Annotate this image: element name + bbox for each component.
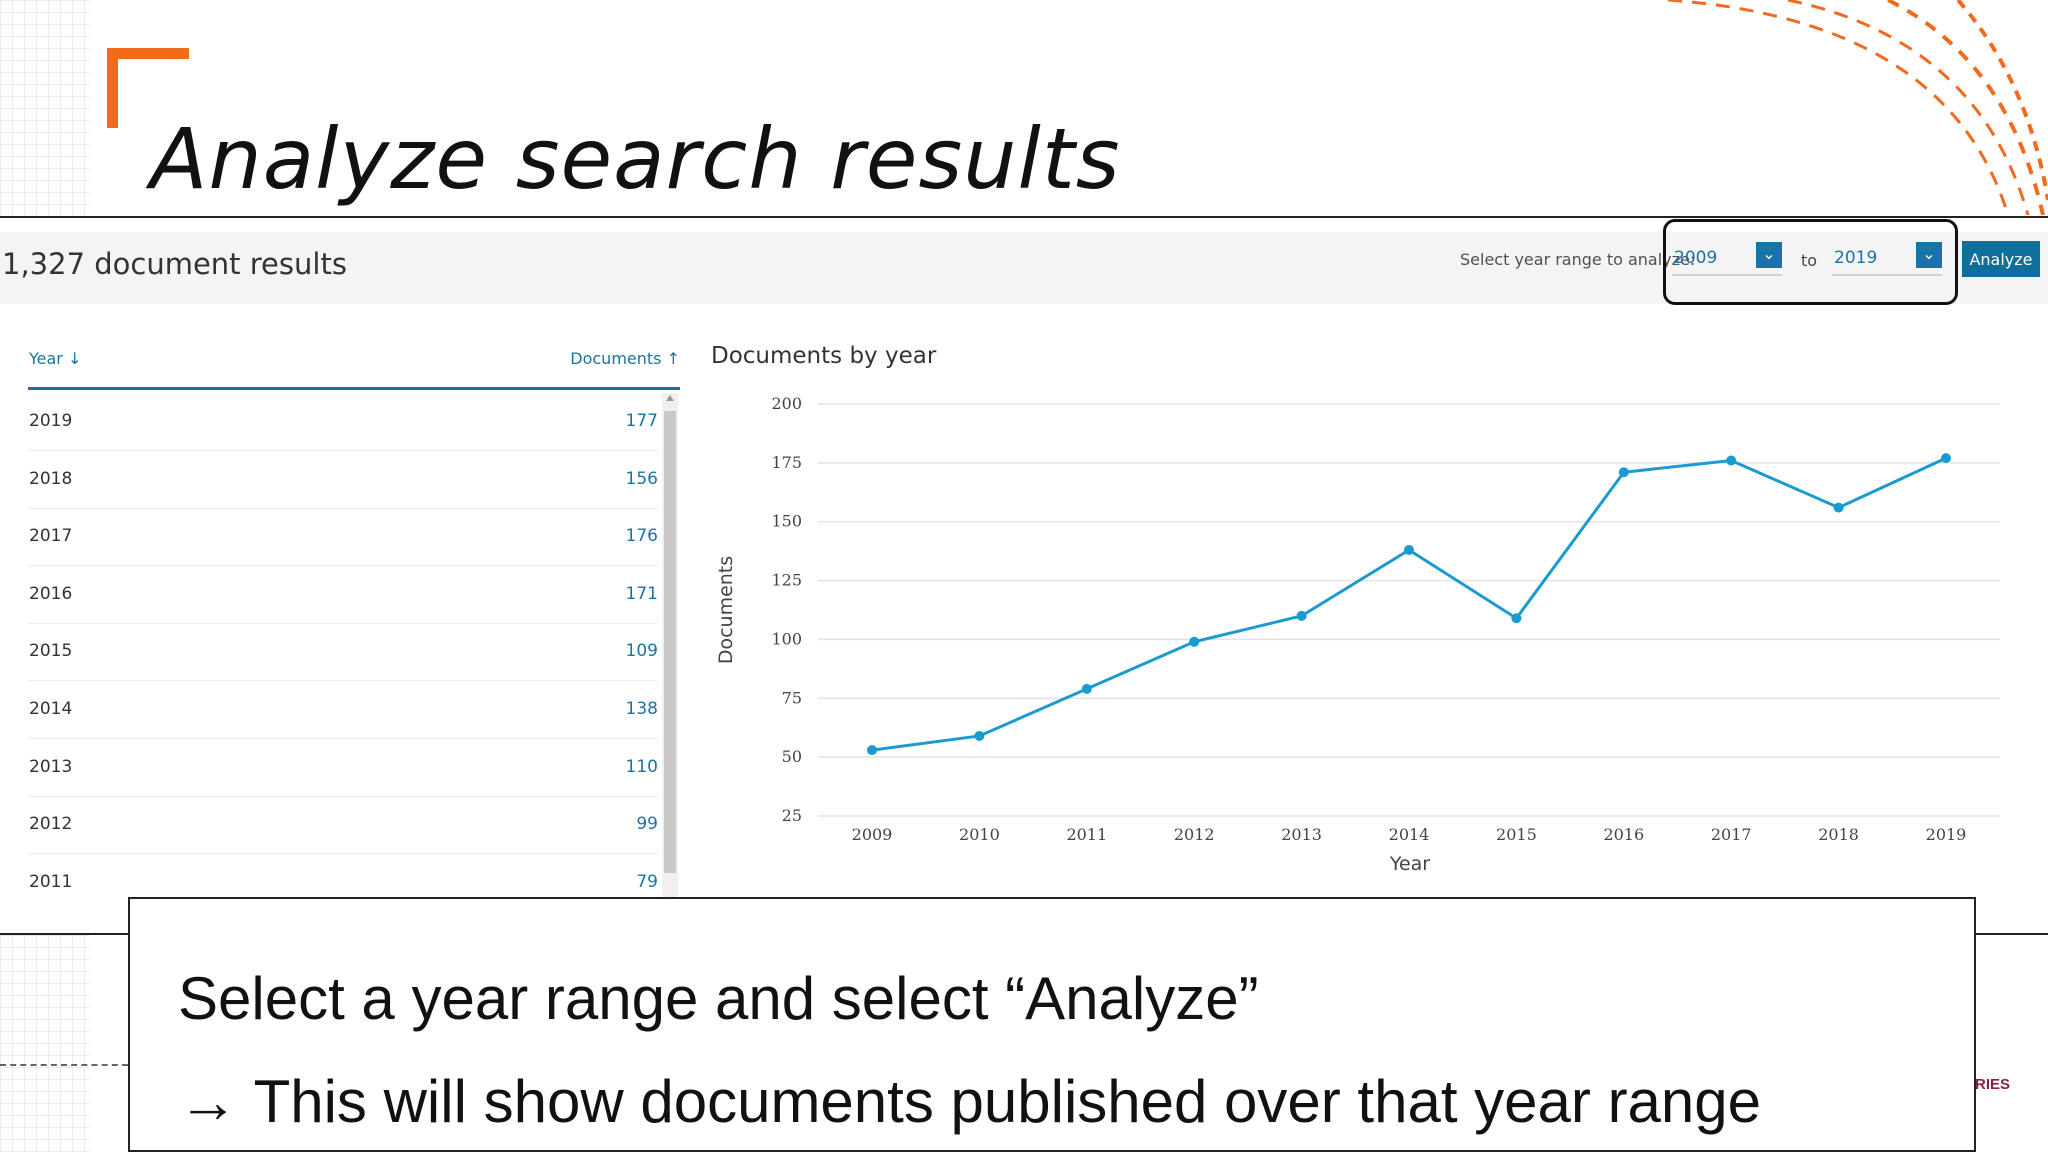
table-row: 2018 156: [28, 451, 658, 509]
series-line: [871, 456, 1947, 752]
data-point: [1081, 683, 1092, 694]
data-point: [974, 730, 985, 741]
caption-box: Select a year range and select “Analyze”…: [128, 897, 1976, 1152]
x-tick-label: 2019: [1926, 825, 1967, 844]
table-row: 2011 79: [28, 854, 658, 898]
data-point: [1511, 613, 1522, 624]
row-document-count[interactable]: 99: [636, 814, 658, 834]
data-point: [867, 745, 877, 756]
row-document-count[interactable]: 156: [626, 469, 658, 489]
dashed-decoration: [0, 1064, 128, 1066]
x-tick-label: 2010: [959, 825, 1000, 844]
x-axis-label: Year: [1389, 853, 1430, 875]
documents-column-label: Documents: [570, 349, 662, 368]
year-column-header[interactable]: Year ↓: [29, 349, 81, 368]
results-count: 1,327 document results: [2, 247, 347, 281]
x-tick-label: 2014: [1389, 825, 1430, 844]
y-tick-label: 25: [782, 806, 802, 825]
slide-title: Analyze search results: [150, 110, 1121, 208]
table-header: Year ↓ Documents ↑: [28, 338, 680, 390]
analyze-button[interactable]: Analyze: [1962, 241, 2040, 277]
x-tick-label: 2011: [1066, 825, 1107, 844]
row-year: 2015: [29, 641, 73, 662]
table-row: 2019 177: [28, 393, 658, 451]
y-tick-label: 200: [771, 394, 802, 413]
data-point: [1726, 455, 1737, 466]
background-grid-decoration: [0, 935, 90, 1152]
table-row: 2014 138: [28, 681, 658, 739]
scroll-thumb[interactable]: [664, 411, 676, 873]
row-document-count[interactable]: 171: [626, 584, 658, 604]
table-row: 2016 171: [28, 566, 658, 624]
year-documents-table: Year ↓ Documents ↑ 2019 177 2018 156 2017 176…: [28, 338, 680, 898]
row-year: 2013: [29, 756, 73, 777]
corner-logo-text: RIES: [1975, 1076, 2011, 1093]
data-point: [1618, 467, 1629, 478]
arc-decoration: [1667, 0, 2048, 215]
table-row: 2015 109: [28, 623, 658, 682]
data-point: [1404, 544, 1414, 555]
row-year: 2017: [29, 526, 73, 547]
chart-title: Documents by year: [711, 343, 937, 369]
y-tick-label: 75: [782, 688, 802, 707]
row-document-count[interactable]: 138: [626, 699, 658, 719]
year-range-label: Select year range to analyze:: [1460, 250, 1696, 269]
row-document-count[interactable]: 110: [626, 757, 658, 777]
y-axis-label: Documents: [715, 556, 737, 664]
row-document-count[interactable]: 176: [626, 526, 658, 546]
data-point: [1189, 636, 1200, 647]
x-tick-label: 2015: [1496, 825, 1537, 844]
y-tick-label: 50: [782, 747, 802, 766]
data-point: [1941, 453, 1951, 464]
y-tick-label: 150: [771, 512, 802, 531]
x-tick-label: 2017: [1711, 825, 1752, 844]
year-range-highlight-box: [1663, 219, 1958, 305]
row-year: 2011: [29, 871, 73, 892]
x-tick-label: 2016: [1603, 825, 1644, 844]
row-year: 2014: [29, 699, 73, 719]
caption-line-1: Select a year range and select “Analyze”: [178, 965, 1259, 1032]
data-point: [1833, 502, 1844, 513]
row-document-count[interactable]: 177: [626, 411, 658, 431]
caption-line-2: → This will show documents published ove…: [178, 1068, 1762, 1135]
table-row: 2013 110: [28, 739, 658, 797]
year-column-label: Year: [29, 349, 63, 368]
background-grid-decoration: [0, 0, 90, 215]
row-year: 2012: [29, 814, 73, 835]
x-tick-label: 2009: [852, 825, 893, 844]
row-year: 2016: [29, 583, 73, 604]
scroll-up-icon[interactable]: [666, 395, 674, 401]
x-tick-label: 2012: [1174, 825, 1215, 844]
row-year: 2018: [29, 468, 73, 489]
x-tick-label: 2013: [1281, 825, 1322, 844]
y-tick-label: 125: [771, 571, 802, 590]
row-document-count[interactable]: 79: [636, 872, 658, 892]
arrow-up-icon: ↑: [666, 349, 680, 368]
table-row: 2012 99: [28, 796, 658, 855]
divider-line: [0, 216, 2048, 218]
table-scrollbar[interactable]: [662, 393, 678, 898]
documents-by-year-chart: 25 50 75 100 125 150 175 200 2009 2010 2011 2012 201…: [715, 394, 2000, 875]
table-row: 2017 176: [28, 508, 658, 567]
arrow-down-icon: ↓: [67, 349, 82, 368]
y-tick-label: 175: [771, 453, 802, 472]
y-tick-label: 100: [771, 629, 802, 648]
x-tick-label: 2018: [1818, 825, 1859, 844]
row-year: 2019: [29, 411, 73, 431]
row-document-count[interactable]: 109: [626, 641, 658, 661]
data-point: [1296, 610, 1307, 621]
documents-column-header[interactable]: Documents ↑: [570, 349, 680, 368]
